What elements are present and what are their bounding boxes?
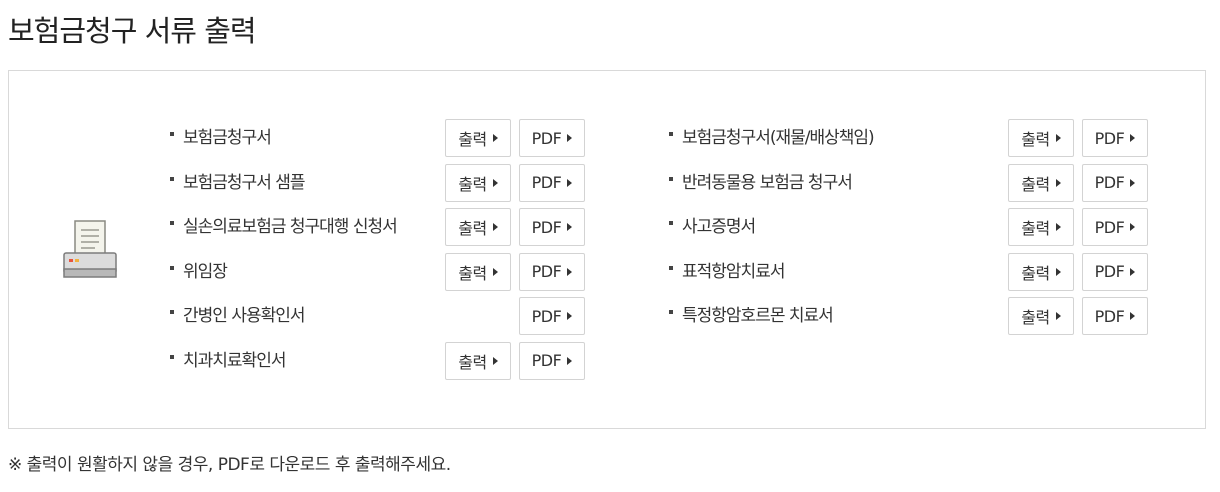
- arrow-right-icon: [1130, 134, 1136, 142]
- pdf-button[interactable]: PDF: [519, 163, 585, 202]
- arrow-right-icon: [567, 356, 573, 365]
- bullet-icon: [669, 265, 673, 270]
- print-button[interactable]: 출력: [445, 208, 511, 246]
- pdf-button[interactable]: PDF: [519, 208, 585, 246]
- bullet-icon: [170, 176, 174, 181]
- print-button[interactable]: 출력: [1008, 208, 1074, 246]
- bullet-icon: [669, 132, 673, 136]
- document-name: 특정항암호르몬 치료서: [682, 306, 834, 326]
- bullet-icon: [170, 265, 174, 270]
- arrow-right-icon: [567, 223, 573, 231]
- bullet-icon: [669, 310, 673, 314]
- printer-icon: [63, 220, 117, 278]
- bullet-icon: [669, 221, 673, 225]
- arrow-right-icon: [1130, 312, 1136, 320]
- list-item: 간병인 사용확인서 PDF: [169, 297, 589, 342]
- document-name: 보험금청구서: [183, 128, 272, 148]
- bullet-icon: [170, 132, 174, 136]
- bullet-icon: [669, 176, 673, 181]
- page-title: 보험금청구 서류 출력: [8, 14, 257, 48]
- list-item: 표적항암치료서 출력 PDF: [668, 252, 1152, 298]
- arrow-right-icon: [567, 267, 573, 276]
- document-name: 치과치료확인서: [183, 350, 286, 371]
- print-button[interactable]: 출력: [445, 119, 511, 157]
- pdf-button[interactable]: PDF: [1082, 208, 1148, 246]
- document-name: 표적항암치료서: [682, 261, 785, 282]
- right-document-list: 보험금청구서(재물/배상책임) 출력 PDF 반려동물용 보험금 청구서 출력 …: [668, 119, 1152, 342]
- pdf-button[interactable]: PDF: [519, 341, 585, 380]
- list-item: 보험금청구서(재물/배상책임) 출력 PDF: [668, 119, 1152, 164]
- list-item: 보험금청구서 샘플 출력 PDF: [169, 163, 589, 209]
- list-item: 보험금청구서 출력 PDF: [169, 119, 589, 164]
- pdf-button[interactable]: PDF: [519, 119, 585, 157]
- list-item: 위임장 출력 PDF: [169, 252, 589, 298]
- print-button[interactable]: 출력: [1008, 252, 1074, 291]
- arrow-right-icon: [1130, 178, 1136, 187]
- document-name: 보험금청구서 샘플: [183, 172, 306, 193]
- arrow-right-icon: [492, 356, 498, 365]
- document-name: 보험금청구서(재물/배상책임): [682, 128, 875, 148]
- document-name: 사고증명서: [682, 217, 756, 237]
- document-name: 간병인 사용확인서: [183, 306, 306, 326]
- arrow-right-icon: [567, 134, 573, 142]
- bullet-icon: [170, 221, 174, 225]
- list-item: 실손의료보험금 청구대행 신청서 출력 PDF: [169, 208, 589, 253]
- document-name: 실손의료보험금 청구대행 신청서: [183, 217, 398, 237]
- print-button[interactable]: 출력: [1008, 163, 1074, 202]
- arrow-right-icon: [492, 178, 498, 187]
- print-button[interactable]: 출력: [445, 341, 511, 380]
- arrow-right-icon: [1055, 267, 1061, 276]
- list-item: 치과치료확인서 출력 PDF: [169, 341, 589, 387]
- arrow-right-icon: [492, 134, 498, 142]
- arrow-right-icon: [492, 223, 498, 231]
- arrow-right-icon: [1130, 267, 1136, 276]
- arrow-right-icon: [1130, 223, 1136, 231]
- arrow-right-icon: [1055, 134, 1061, 142]
- arrow-right-icon: [567, 312, 573, 320]
- pdf-button[interactable]: PDF: [519, 252, 585, 291]
- document-name: 반려동물용 보험금 청구서: [682, 172, 853, 193]
- pdf-button[interactable]: PDF: [1082, 119, 1148, 157]
- list-item: 반려동물용 보험금 청구서 출력 PDF: [668, 163, 1152, 209]
- print-button[interactable]: 출력: [1008, 297, 1074, 335]
- document-name: 위임장: [183, 261, 228, 282]
- left-document-list: 보험금청구서 출력 PDF 보험금청구서 샘플 출력 PDF 실손의료보험금 청…: [169, 119, 589, 386]
- arrow-right-icon: [1055, 312, 1061, 320]
- print-button[interactable]: 출력: [445, 252, 511, 291]
- pdf-button[interactable]: PDF: [1082, 163, 1148, 202]
- arrow-right-icon: [1055, 223, 1061, 231]
- document-panel: 보험금청구서 출력 PDF 보험금청구서 샘플 출력 PDF 실손의료보험금 청…: [8, 70, 1206, 429]
- bullet-icon: [170, 310, 174, 314]
- pdf-button[interactable]: PDF: [1082, 252, 1148, 291]
- bullet-icon: [170, 354, 174, 359]
- print-button[interactable]: 출력: [1008, 119, 1074, 157]
- pdf-button[interactable]: PDF: [519, 297, 585, 335]
- list-item: 특정항암호르몬 치료서 출력 PDF: [668, 297, 1152, 342]
- arrow-right-icon: [567, 178, 573, 187]
- notice-text: ※ 출력이 원활하지 않을 경우, PDF로 다운로드 후 출력해주세요.: [8, 455, 451, 475]
- list-item: 사고증명서 출력 PDF: [668, 208, 1152, 253]
- print-button[interactable]: 출력: [445, 163, 511, 202]
- arrow-right-icon: [1055, 178, 1061, 187]
- pdf-button[interactable]: PDF: [1082, 297, 1148, 335]
- arrow-right-icon: [492, 267, 498, 276]
